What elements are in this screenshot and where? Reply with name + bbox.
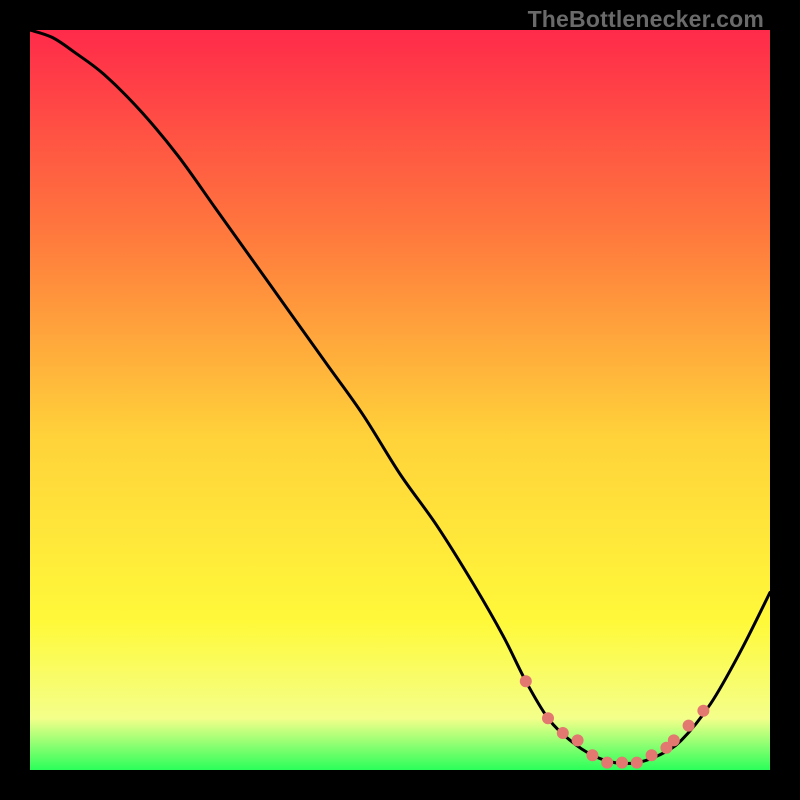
highlight-dot <box>520 675 532 687</box>
plot-area <box>30 30 770 770</box>
highlight-dot <box>586 749 598 761</box>
highlight-dot <box>631 757 643 769</box>
highlight-dot <box>683 720 695 732</box>
highlight-dot <box>646 749 658 761</box>
highlight-dot <box>542 712 554 724</box>
highlight-dot <box>668 734 680 746</box>
chart-stage: TheBottlenecker.com <box>0 0 800 800</box>
highlight-dot <box>601 757 613 769</box>
highlight-dot <box>572 734 584 746</box>
watermark-text: TheBottlenecker.com <box>528 6 764 33</box>
highlight-dots <box>520 675 710 768</box>
bottleneck-curve <box>30 30 770 764</box>
curve-layer <box>30 30 770 770</box>
highlight-dot <box>557 727 569 739</box>
highlight-dot <box>616 757 628 769</box>
highlight-dot <box>697 705 709 717</box>
